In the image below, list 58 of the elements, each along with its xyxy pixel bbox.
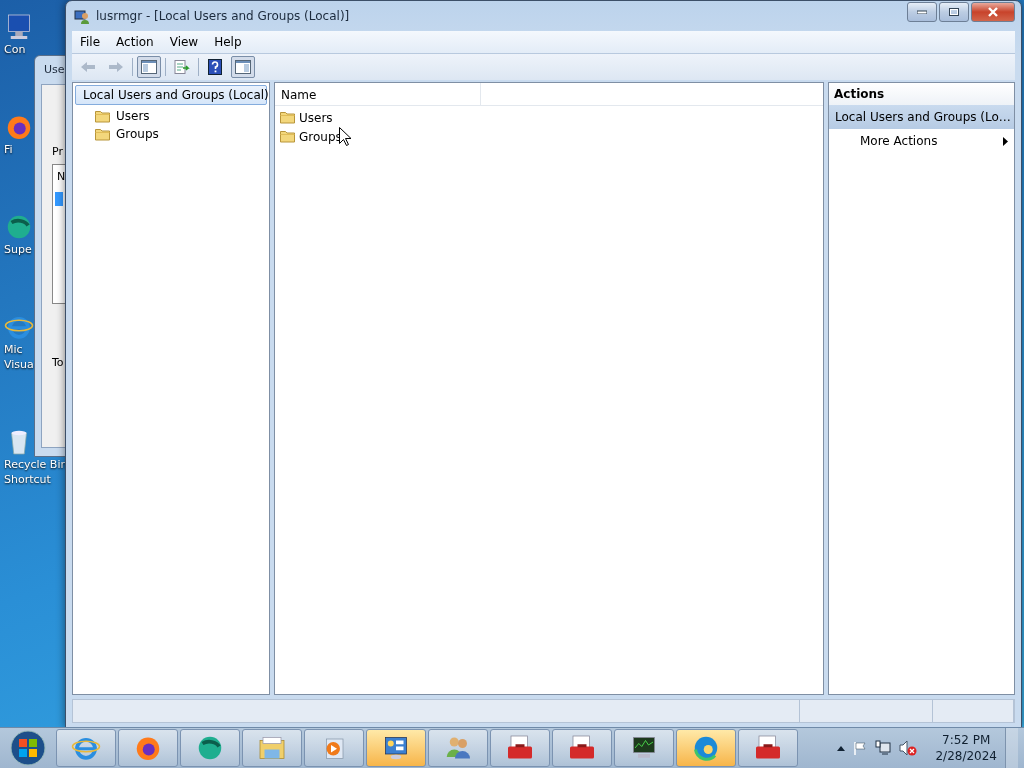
desktop-icon-label[interactable]: Supe xyxy=(4,242,32,257)
folder-icon xyxy=(95,127,110,141)
tree-item-label: Groups xyxy=(116,127,159,141)
menu-item[interactable]: File xyxy=(72,35,109,49)
taskbar-button[interactable] xyxy=(738,729,798,767)
label: To xyxy=(52,356,64,369)
desktop-icon-label[interactable]: Recycle Bin xyxy=(4,457,68,472)
pane-icon xyxy=(235,60,251,74)
help-icon xyxy=(208,59,222,75)
column-header: N xyxy=(56,169,67,185)
minimize-icon xyxy=(917,10,927,14)
actions-section-header[interactable]: Local Users and Groups (Lo… xyxy=(829,105,1014,129)
folder-icon xyxy=(95,109,110,123)
restore-icon xyxy=(949,8,959,16)
mouse-pointer-icon xyxy=(339,127,351,146)
taskbar-button[interactable] xyxy=(118,729,178,767)
start-button[interactable] xyxy=(10,730,46,766)
window-title: lusrmgr - [Local Users and Groups (Local)] xyxy=(96,9,351,23)
close-button[interactable] xyxy=(971,2,1015,22)
taskbar-button[interactable] xyxy=(552,729,612,767)
show-hidden-icons-icon[interactable] xyxy=(837,745,846,751)
list-box[interactable]: N xyxy=(52,164,65,304)
folder-icon xyxy=(280,130,295,143)
forward-arrow-icon xyxy=(108,61,124,73)
taskbar-button[interactable] xyxy=(490,729,550,767)
list-item[interactable]: Users xyxy=(299,110,333,125)
menu-item[interactable]: Help xyxy=(206,35,250,49)
close-icon xyxy=(987,7,999,17)
taskbar-button[interactable] xyxy=(366,729,426,767)
tree-item[interactable]: Users xyxy=(95,107,269,125)
speaker-muted-icon[interactable] xyxy=(899,740,918,756)
tree-item[interactable]: Local Users and Groups (Local) xyxy=(75,85,267,105)
clock-time[interactable]: 7:52 PM xyxy=(942,732,991,748)
desktop-icon-label[interactable]: Con xyxy=(4,42,26,57)
desktop-icon-label[interactable]: Mic xyxy=(4,342,23,357)
window-title: Use xyxy=(44,63,65,78)
desktop-icon-label[interactable]: Shortcut xyxy=(4,472,51,487)
column-header[interactable]: Name xyxy=(275,83,481,105)
taskbar-button[interactable] xyxy=(614,729,674,767)
pane-icon xyxy=(141,60,157,74)
label: Pr xyxy=(52,145,63,158)
tree-item-label: Users xyxy=(116,109,150,123)
clock-date[interactable]: 2/28/2024 xyxy=(935,748,997,764)
restore-button[interactable] xyxy=(939,2,969,22)
back-arrow-icon xyxy=(80,61,96,73)
export-list-icon xyxy=(174,60,190,74)
network-icon[interactable] xyxy=(875,740,892,756)
desktop-icon-label[interactable]: Fi xyxy=(4,142,13,157)
flag-icon[interactable] xyxy=(853,741,868,755)
menu-item[interactable]: Action xyxy=(108,35,162,49)
taskbar-button[interactable] xyxy=(180,729,240,767)
desktop-icon-label[interactable]: Visua xyxy=(4,357,34,372)
tree-item[interactable]: Groups xyxy=(95,125,269,143)
menu-item[interactable]: View xyxy=(161,35,207,49)
folder-icon xyxy=(280,111,295,124)
action-item[interactable]: More Actions xyxy=(829,129,1014,153)
users-icon xyxy=(74,8,90,24)
tree-item-label: Local Users and Groups (Local) xyxy=(83,88,269,102)
